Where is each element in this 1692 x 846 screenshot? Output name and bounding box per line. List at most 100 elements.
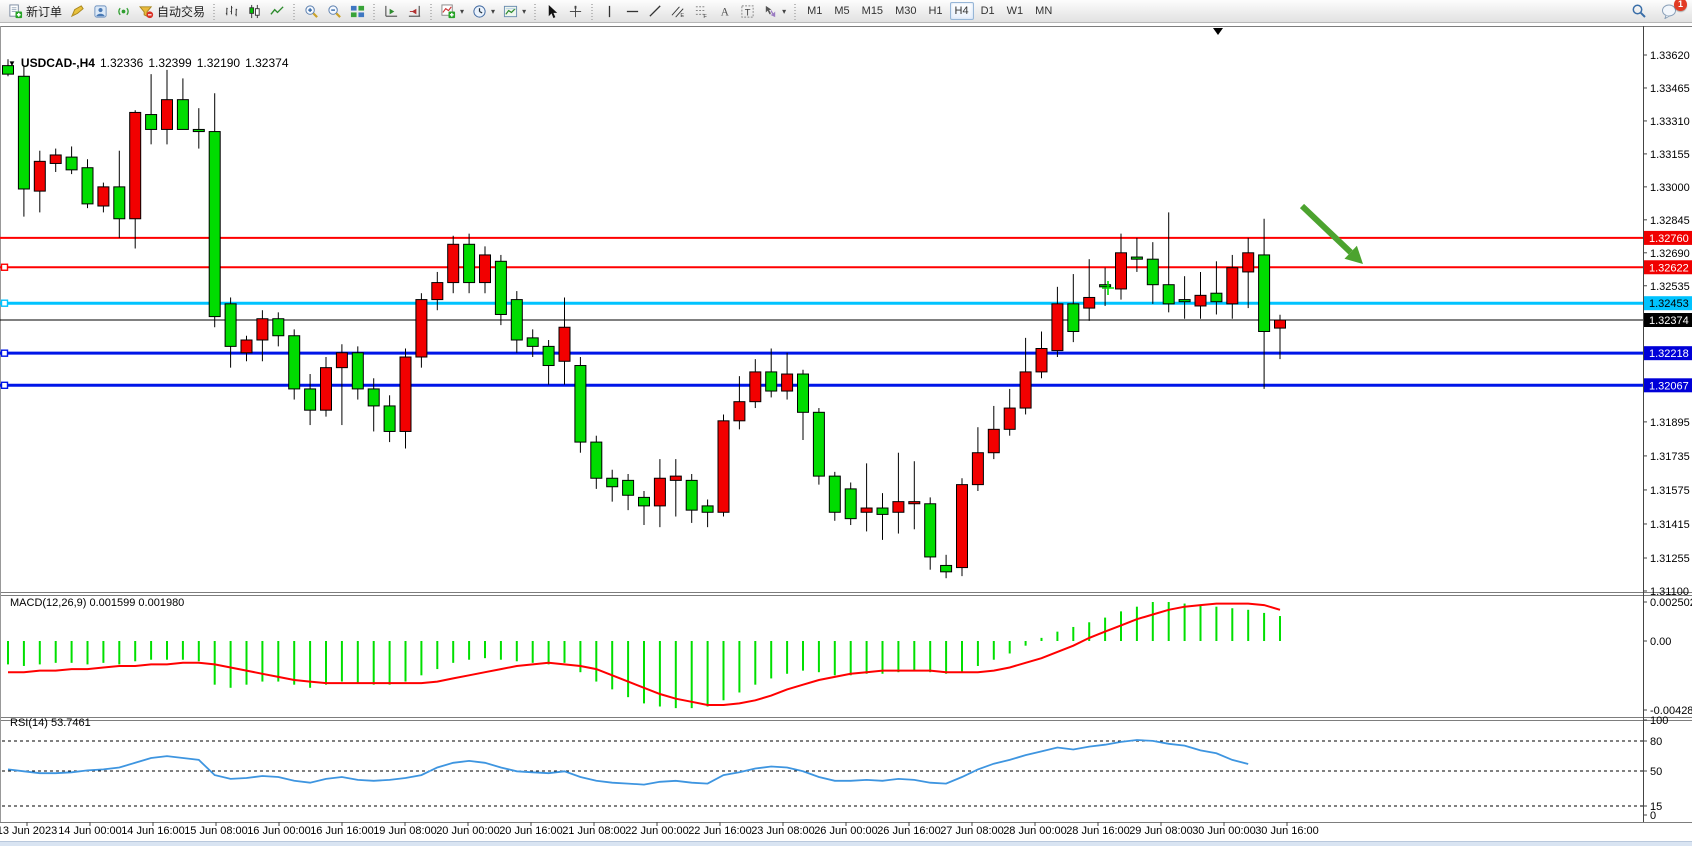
chart-area[interactable]: 1.336201.334651.333101.331551.330001.328… <box>0 23 1692 846</box>
chart-shift-icon <box>407 4 422 19</box>
zoom-in-button[interactable] <box>300 1 323 21</box>
zoom-out-button[interactable] <box>323 1 346 21</box>
macd-title: MACD(12,26,9) <box>10 597 86 609</box>
timeframe-m5[interactable]: M5 <box>829 2 854 20</box>
svg-text:50: 50 <box>1650 766 1662 778</box>
templates-button[interactable] <box>499 1 530 21</box>
toolbar-group-scroll <box>380 0 426 22</box>
arrows-icon <box>763 4 778 19</box>
horizontal-line-button[interactable] <box>621 1 644 21</box>
symbol-dropdown-icon[interactable]: ▼ <box>8 59 16 68</box>
signal-icon <box>116 4 131 19</box>
svg-text:E: E <box>680 13 684 19</box>
svg-text:1.32760: 1.32760 <box>1649 233 1689 245</box>
signal-button[interactable] <box>112 1 135 21</box>
quote-open: 1.32336 <box>100 56 143 70</box>
timeframe-w1[interactable]: W1 <box>1002 2 1029 20</box>
svg-text:26 Jun 00:00: 26 Jun 00:00 <box>814 825 878 837</box>
styler-button[interactable] <box>66 1 89 21</box>
toolbar-group-cursor <box>541 0 587 22</box>
chart-canvas[interactable]: 1.336201.334651.333101.331551.330001.328… <box>0 0 1692 846</box>
time-axis[interactable]: 13 Jun 202314 Jun 00:0014 Jun 16:0015 Ju… <box>0 822 1319 837</box>
svg-text:15 Jun 08:00: 15 Jun 08:00 <box>184 825 248 837</box>
svg-text:30 Jun 16:00: 30 Jun 16:00 <box>1255 825 1319 837</box>
vertical-line-button[interactable] <box>598 1 621 21</box>
svg-text:1.32453: 1.32453 <box>1649 298 1689 310</box>
toolbar-right: 1 <box>1627 1 1688 21</box>
profile-button[interactable] <box>89 1 112 21</box>
fibonacci-icon: F <box>694 4 709 19</box>
svg-text:1.32218: 1.32218 <box>1649 348 1689 360</box>
svg-text:1.32845: 1.32845 <box>1650 215 1690 227</box>
line-chart-button[interactable] <box>266 1 289 21</box>
notification-badge: 1 <box>1674 0 1687 11</box>
svg-text:0: 0 <box>1650 810 1656 822</box>
bar-chart-button[interactable] <box>220 1 243 21</box>
rsi-title: RSI(14) <box>10 717 48 729</box>
timeframe-d1[interactable]: D1 <box>976 2 1000 20</box>
cursor-button[interactable] <box>541 1 564 21</box>
toolbar-group-zoom <box>300 0 369 22</box>
indicators-icon <box>441 4 456 19</box>
text-label-icon: T <box>740 4 755 19</box>
fibonacci-button[interactable]: F <box>690 1 713 21</box>
rsi-value: 53.7461 <box>51 717 91 729</box>
svg-text:1.32067: 1.32067 <box>1649 380 1689 392</box>
toolbar-separator <box>211 2 218 20</box>
toolbar-separator <box>589 2 596 20</box>
svg-text:19 Jun 08:00: 19 Jun 08:00 <box>373 825 437 837</box>
trendline-button[interactable] <box>644 1 667 21</box>
arrows-button[interactable] <box>759 1 790 21</box>
tile-windows-icon <box>350 4 365 19</box>
svg-text:T: T <box>745 7 751 17</box>
auto-scroll-icon <box>384 4 399 19</box>
macd-values: 0.001599 0.001980 <box>89 597 184 609</box>
rsi-label: RSI(14) 53.7461 <box>10 717 91 729</box>
chart-shift-button[interactable] <box>403 1 426 21</box>
channel-button[interactable]: E <box>667 1 690 21</box>
macd-label: MACD(12,26,9) 0.001599 0.001980 <box>10 597 184 609</box>
tile-windows-button[interactable] <box>346 1 369 21</box>
svg-text:100: 100 <box>1650 715 1668 727</box>
new-order-icon <box>8 4 23 19</box>
chart-title: ▼ USDCAD-,H4 1.32336 1.32399 1.32190 1.3… <box>8 56 289 70</box>
periods-button[interactable] <box>468 1 499 21</box>
timeframe-m30[interactable]: M30 <box>890 2 921 20</box>
text-button[interactable]: A <box>713 1 736 21</box>
timeframe-mn[interactable]: MN <box>1030 2 1057 20</box>
indicators-button[interactable] <box>437 1 468 21</box>
auto-trading-label: 自动交易 <box>157 3 205 20</box>
profile-icon <box>93 4 108 19</box>
svg-text:1.32374: 1.32374 <box>1649 315 1689 327</box>
new-order-label: 新订单 <box>26 3 62 20</box>
notifications-button[interactable]: 1 <box>1657 1 1682 21</box>
timeframe-h1[interactable]: H1 <box>923 2 947 20</box>
text-label-button[interactable]: T <box>736 1 759 21</box>
auto-scroll-button[interactable] <box>380 1 403 21</box>
svg-text:22 Jun 00:00: 22 Jun 00:00 <box>625 825 689 837</box>
search-icon <box>1631 3 1647 19</box>
candlestick-chart-button[interactable] <box>243 1 266 21</box>
svg-text:F: F <box>703 14 707 19</box>
timeframe-m15[interactable]: M15 <box>857 2 888 20</box>
crayon-icon <box>70 4 85 19</box>
svg-text:16 Jun 16:00: 16 Jun 16:00 <box>310 825 374 837</box>
new-order-button[interactable]: 新订单 <box>4 1 66 21</box>
template-icon <box>503 4 518 19</box>
search-button[interactable] <box>1627 1 1651 21</box>
mt4-window: 新订单 自动交易 <box>0 0 1692 846</box>
svg-text:16 Jun 00:00: 16 Jun 00:00 <box>247 825 311 837</box>
quote-high: 1.32399 <box>148 56 191 70</box>
svg-text:1.33000: 1.33000 <box>1650 182 1690 194</box>
crosshair-button[interactable] <box>564 1 587 21</box>
toolbar-separator <box>428 2 435 20</box>
auto-trading-icon <box>139 4 154 19</box>
timeframe-m1[interactable]: M1 <box>802 2 827 20</box>
toolbar-group-trade: 新订单 自动交易 <box>4 0 209 22</box>
svg-text:1.31575: 1.31575 <box>1650 485 1690 497</box>
svg-text:1.33620: 1.33620 <box>1650 50 1690 62</box>
timeframe-h4[interactable]: H4 <box>950 2 974 20</box>
toolbar-separator <box>291 2 298 20</box>
zoom-in-icon <box>304 4 319 19</box>
auto-trading-button[interactable]: 自动交易 <box>135 1 209 21</box>
